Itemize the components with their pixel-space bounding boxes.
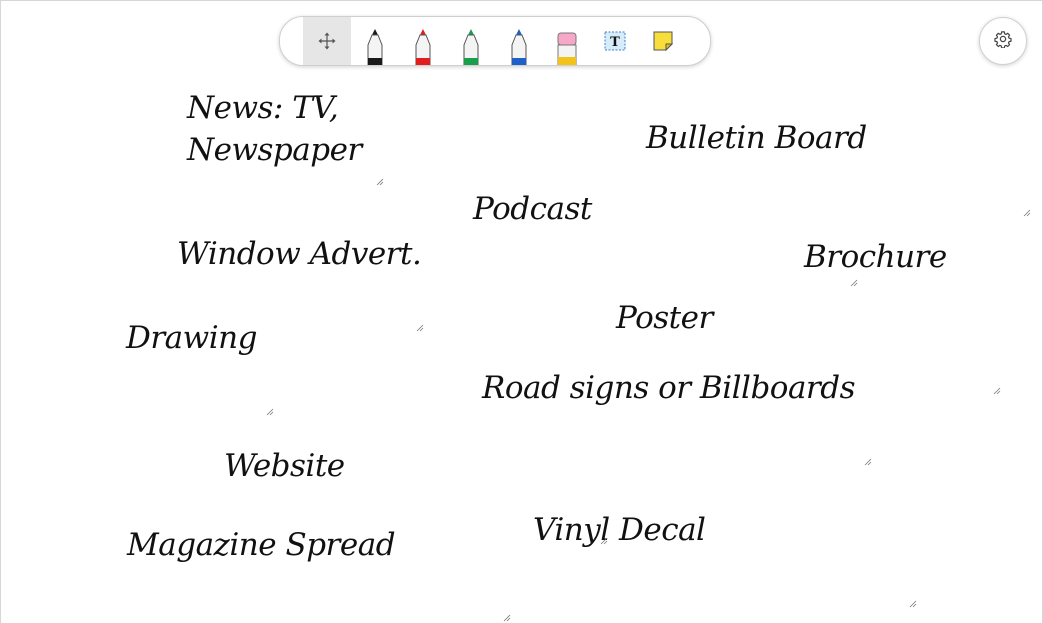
marker-icon bbox=[363, 27, 387, 65]
text-note[interactable]: Brochure bbox=[804, 236, 947, 278]
resize-handle-icon[interactable] bbox=[503, 614, 511, 622]
red-marker-button[interactable] bbox=[399, 17, 447, 65]
green-marker-button[interactable] bbox=[447, 17, 495, 65]
move-tool-button[interactable] bbox=[303, 17, 351, 65]
sticky-note-tool-button[interactable] bbox=[639, 17, 687, 65]
text-note[interactable]: Bulletin Board bbox=[646, 117, 867, 159]
black-marker-button[interactable] bbox=[351, 17, 399, 65]
marker-icon bbox=[459, 27, 483, 65]
highlighter-icon bbox=[555, 27, 579, 65]
resize-handle-icon[interactable] bbox=[266, 408, 274, 416]
text-box-icon: T bbox=[604, 31, 626, 51]
text-note[interactable]: Road signs or Billboards bbox=[482, 367, 856, 409]
resize-handle-icon[interactable] bbox=[600, 537, 608, 545]
marker-icon bbox=[411, 27, 435, 65]
text-note[interactable]: Poster bbox=[616, 297, 713, 339]
whiteboard-canvas[interactable]: T News: TV, Newspaper Bulletin Board Pod… bbox=[0, 0, 1043, 623]
resize-handle-icon[interactable] bbox=[909, 600, 917, 608]
resize-handle-icon[interactable] bbox=[864, 458, 872, 466]
resize-handle-icon[interactable] bbox=[1023, 209, 1031, 217]
text-note[interactable]: Vinyl Decal bbox=[533, 509, 706, 551]
text-note[interactable]: Drawing bbox=[126, 317, 257, 359]
blue-marker-button[interactable] bbox=[495, 17, 543, 65]
text-note[interactable]: Website bbox=[224, 445, 345, 487]
resize-handle-icon[interactable] bbox=[416, 324, 424, 332]
gear-icon bbox=[994, 30, 1012, 53]
svg-text:T: T bbox=[610, 35, 620, 50]
text-note[interactable]: News: TV, Newspaper bbox=[187, 87, 387, 171]
resize-handle-icon[interactable] bbox=[993, 387, 1001, 395]
text-tool-button[interactable]: T bbox=[591, 17, 639, 65]
sticky-note-icon bbox=[652, 30, 674, 52]
resize-handle-icon[interactable] bbox=[376, 178, 384, 186]
resize-handle-icon[interactable] bbox=[850, 279, 858, 287]
text-note[interactable]: Podcast bbox=[473, 188, 592, 230]
settings-button[interactable] bbox=[979, 17, 1027, 65]
text-note[interactable]: Window Advert. bbox=[177, 233, 422, 275]
marker-icon bbox=[507, 27, 531, 65]
drawing-toolbar: T bbox=[279, 16, 711, 66]
text-note[interactable]: Magazine Spread bbox=[127, 524, 396, 566]
move-arrows-icon bbox=[318, 32, 336, 50]
highlighter-button[interactable] bbox=[543, 17, 591, 65]
